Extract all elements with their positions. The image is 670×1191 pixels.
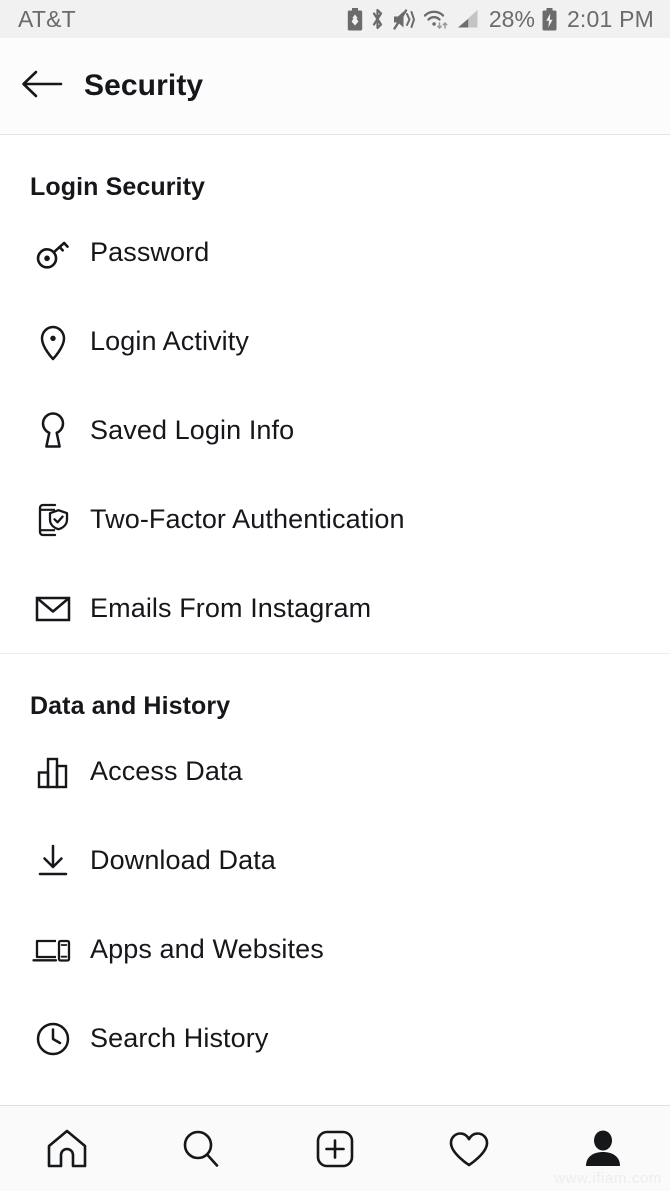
nav-create[interactable]	[268, 1106, 402, 1191]
section-heading: Data and History	[30, 692, 231, 720]
battery-saver-icon	[347, 7, 363, 31]
row-label: Login Activity	[90, 326, 249, 356]
status-bar: AT&T 28% 2:01 PM	[0, 0, 670, 38]
nav-search[interactable]	[134, 1106, 268, 1191]
row-label: Download Data	[90, 845, 276, 875]
section-data-and-history: Data and History Access Data Download Da…	[0, 653, 670, 1083]
section-heading: Login Security	[30, 173, 206, 201]
battery-charging-icon	[542, 7, 557, 31]
search-icon	[177, 1125, 225, 1173]
row-saved-login-info[interactable]: Saved Login Info	[0, 386, 670, 475]
row-label: Access Data	[90, 756, 243, 786]
row-apps-and-websites[interactable]: Apps and Websites	[0, 905, 670, 994]
row-download-data[interactable]: Download Data	[0, 816, 670, 905]
nav-activity[interactable]	[402, 1106, 536, 1191]
row-two-factor-authentication[interactable]: Two-Factor Authentication	[0, 475, 670, 564]
row-label: Apps and Websites	[90, 934, 324, 964]
nav-home[interactable]	[0, 1106, 134, 1191]
key-icon	[30, 230, 76, 276]
keyhole-icon	[30, 408, 76, 454]
back-arrow-icon	[21, 68, 63, 105]
section-login-security: Login Security Password Login Activity S…	[0, 135, 670, 653]
envelope-icon	[30, 586, 76, 632]
phone-shield-check-icon	[30, 497, 76, 543]
app-header: Security	[0, 38, 670, 135]
battery-percent-label: 28%	[488, 5, 535, 32]
wifi-icon	[423, 8, 449, 30]
bottom-navigation: www.ifiam.com	[0, 1105, 670, 1191]
row-label: Search History	[90, 1023, 269, 1053]
download-arrow-icon	[30, 838, 76, 884]
heart-icon	[445, 1125, 493, 1173]
row-label: Emails From Instagram	[90, 593, 372, 623]
nav-profile[interactable]	[536, 1106, 670, 1191]
laptop-phone-icon	[30, 927, 76, 973]
row-emails-from-instagram[interactable]: Emails From Instagram	[0, 564, 670, 653]
bluetooth-icon	[370, 7, 385, 31]
row-login-activity[interactable]: Login Activity	[0, 297, 670, 386]
cellular-signal-icon	[456, 8, 480, 30]
home-icon	[43, 1125, 91, 1173]
location-pin-icon	[30, 319, 76, 365]
row-label: Two-Factor Authentication	[90, 504, 405, 534]
back-button[interactable]	[0, 38, 84, 134]
status-icons-group: 28% 2:01 PM	[347, 6, 654, 33]
settings-list[interactable]: Login Security Password Login Activity S…	[0, 135, 670, 1105]
person-filled-icon	[579, 1125, 627, 1173]
vibrate-mute-icon	[392, 8, 416, 31]
carrier-label: AT&T	[18, 5, 76, 32]
bar-chart-icon	[30, 749, 76, 795]
row-label: Saved Login Info	[90, 415, 295, 445]
row-search-history[interactable]: Search History	[0, 994, 670, 1083]
page-title: Security	[84, 69, 204, 102]
clock-label: 2:01 PM	[566, 5, 654, 32]
row-label: Password	[90, 237, 210, 267]
plus-square-icon	[311, 1125, 359, 1173]
phone-screen: AT&T 28% 2:01 PM Security Login Security…	[0, 0, 670, 1191]
row-password[interactable]: Password	[0, 208, 670, 297]
row-access-data[interactable]: Access Data	[0, 727, 670, 816]
clock-history-icon	[30, 1016, 76, 1062]
